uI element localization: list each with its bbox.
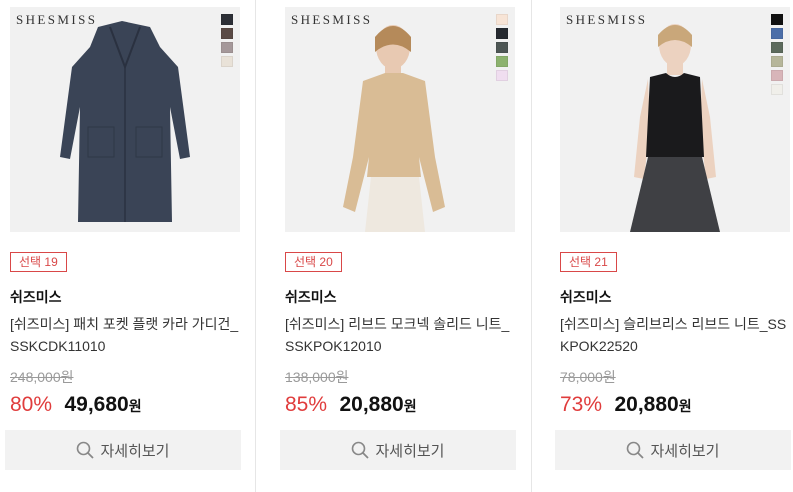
color-swatch — [221, 28, 233, 39]
discount-rate: 80% — [10, 393, 53, 416]
color-swatch — [496, 28, 508, 39]
price-row: 85% 20,880원 — [285, 393, 417, 417]
view-details-label: 자세히보기 — [650, 442, 720, 460]
sale-price: 49,680 — [64, 393, 129, 416]
sale-price: 20,880 — [614, 393, 679, 416]
product-image[interactable]: SHESMISS — [285, 7, 515, 232]
price-row: 80% 49,680원 — [10, 393, 142, 417]
color-swatch — [496, 56, 508, 67]
cardigan-illustration — [60, 21, 190, 222]
original-price: 78,000원 — [560, 369, 616, 385]
search-icon — [77, 441, 95, 459]
color-swatch — [771, 28, 783, 39]
view-details-button[interactable]: 자세히보기 — [280, 430, 516, 470]
product-card[interactable]: SHESMISS 선택 19 쉬즈미스 [쉬즈미스] 패치 포켓 플랫 카라 가… — [5, 0, 241, 492]
brand-name: 쉬즈미스 — [10, 289, 62, 305]
column-divider — [255, 0, 256, 492]
color-swatch — [221, 42, 233, 53]
image-brand-logo: SHESMISS — [566, 12, 648, 27]
currency-label: 원 — [128, 398, 142, 414]
selection-badge: 선택 20 — [285, 252, 342, 272]
color-swatch — [771, 42, 783, 53]
color-swatch — [496, 42, 508, 53]
color-swatches — [221, 14, 233, 70]
image-brand-logo: SHESMISS — [291, 12, 373, 27]
model-sleeveless-knit-illustration — [630, 24, 720, 232]
discount-rate: 85% — [285, 393, 328, 416]
brand-name: 쉬즈미스 — [560, 289, 612, 305]
selection-badge: 선택 19 — [10, 252, 67, 272]
color-swatch — [496, 14, 508, 25]
currency-label: 원 — [678, 398, 692, 414]
original-price: 248,000원 — [10, 369, 74, 385]
color-swatch — [221, 56, 233, 67]
color-swatch — [771, 84, 783, 95]
model-rib-knit-illustration — [343, 25, 445, 232]
view-details-label: 자세히보기 — [100, 442, 170, 460]
brand-name: 쉬즈미스 — [285, 289, 337, 305]
sale-price: 20,880 — [339, 393, 404, 416]
color-swatches — [771, 14, 783, 98]
image-brand-logo: SHESMISS — [16, 12, 98, 27]
original-price: 138,000원 — [285, 369, 349, 385]
product-title[interactable]: [쉬즈미스] 리브드 모크넥 솔리드 니트_SSKPOK12010 — [285, 313, 517, 357]
color-swatches — [496, 14, 508, 84]
discount-rate: 73% — [560, 393, 603, 416]
view-details-button[interactable]: 자세히보기 — [555, 430, 791, 470]
color-swatch — [771, 70, 783, 81]
selection-badge: 선택 21 — [560, 252, 617, 272]
color-swatch — [496, 70, 508, 81]
color-swatch — [221, 14, 233, 25]
product-title[interactable]: [쉬즈미스] 패치 포켓 플랫 카라 가디건_SSKCDK11010 — [10, 313, 242, 357]
currency-label: 원 — [403, 398, 417, 414]
view-details-label: 자세히보기 — [375, 442, 445, 460]
price-row: 73% 20,880원 — [560, 393, 692, 417]
product-title[interactable]: [쉬즈미스] 슬리브리스 리브드 니트_SSKPOK22520 — [560, 313, 792, 357]
search-icon — [352, 441, 370, 459]
product-image[interactable]: SHESMISS — [10, 7, 240, 232]
color-swatch — [771, 56, 783, 67]
column-divider — [531, 0, 532, 492]
color-swatch — [771, 14, 783, 25]
search-icon — [627, 441, 645, 459]
product-card[interactable]: SHESMISS 선택 20 쉬즈미스 [쉬즈미스] 리브드 모크넥 솔리드 니… — [280, 0, 516, 492]
product-image[interactable]: SHESMISS — [560, 7, 790, 232]
view-details-button[interactable]: 자세히보기 — [5, 430, 241, 470]
product-card[interactable]: SHESMISS 선택 21 쉬즈미스 [쉬즈미스] 슬리브리스 리브드 니트_… — [555, 0, 791, 492]
